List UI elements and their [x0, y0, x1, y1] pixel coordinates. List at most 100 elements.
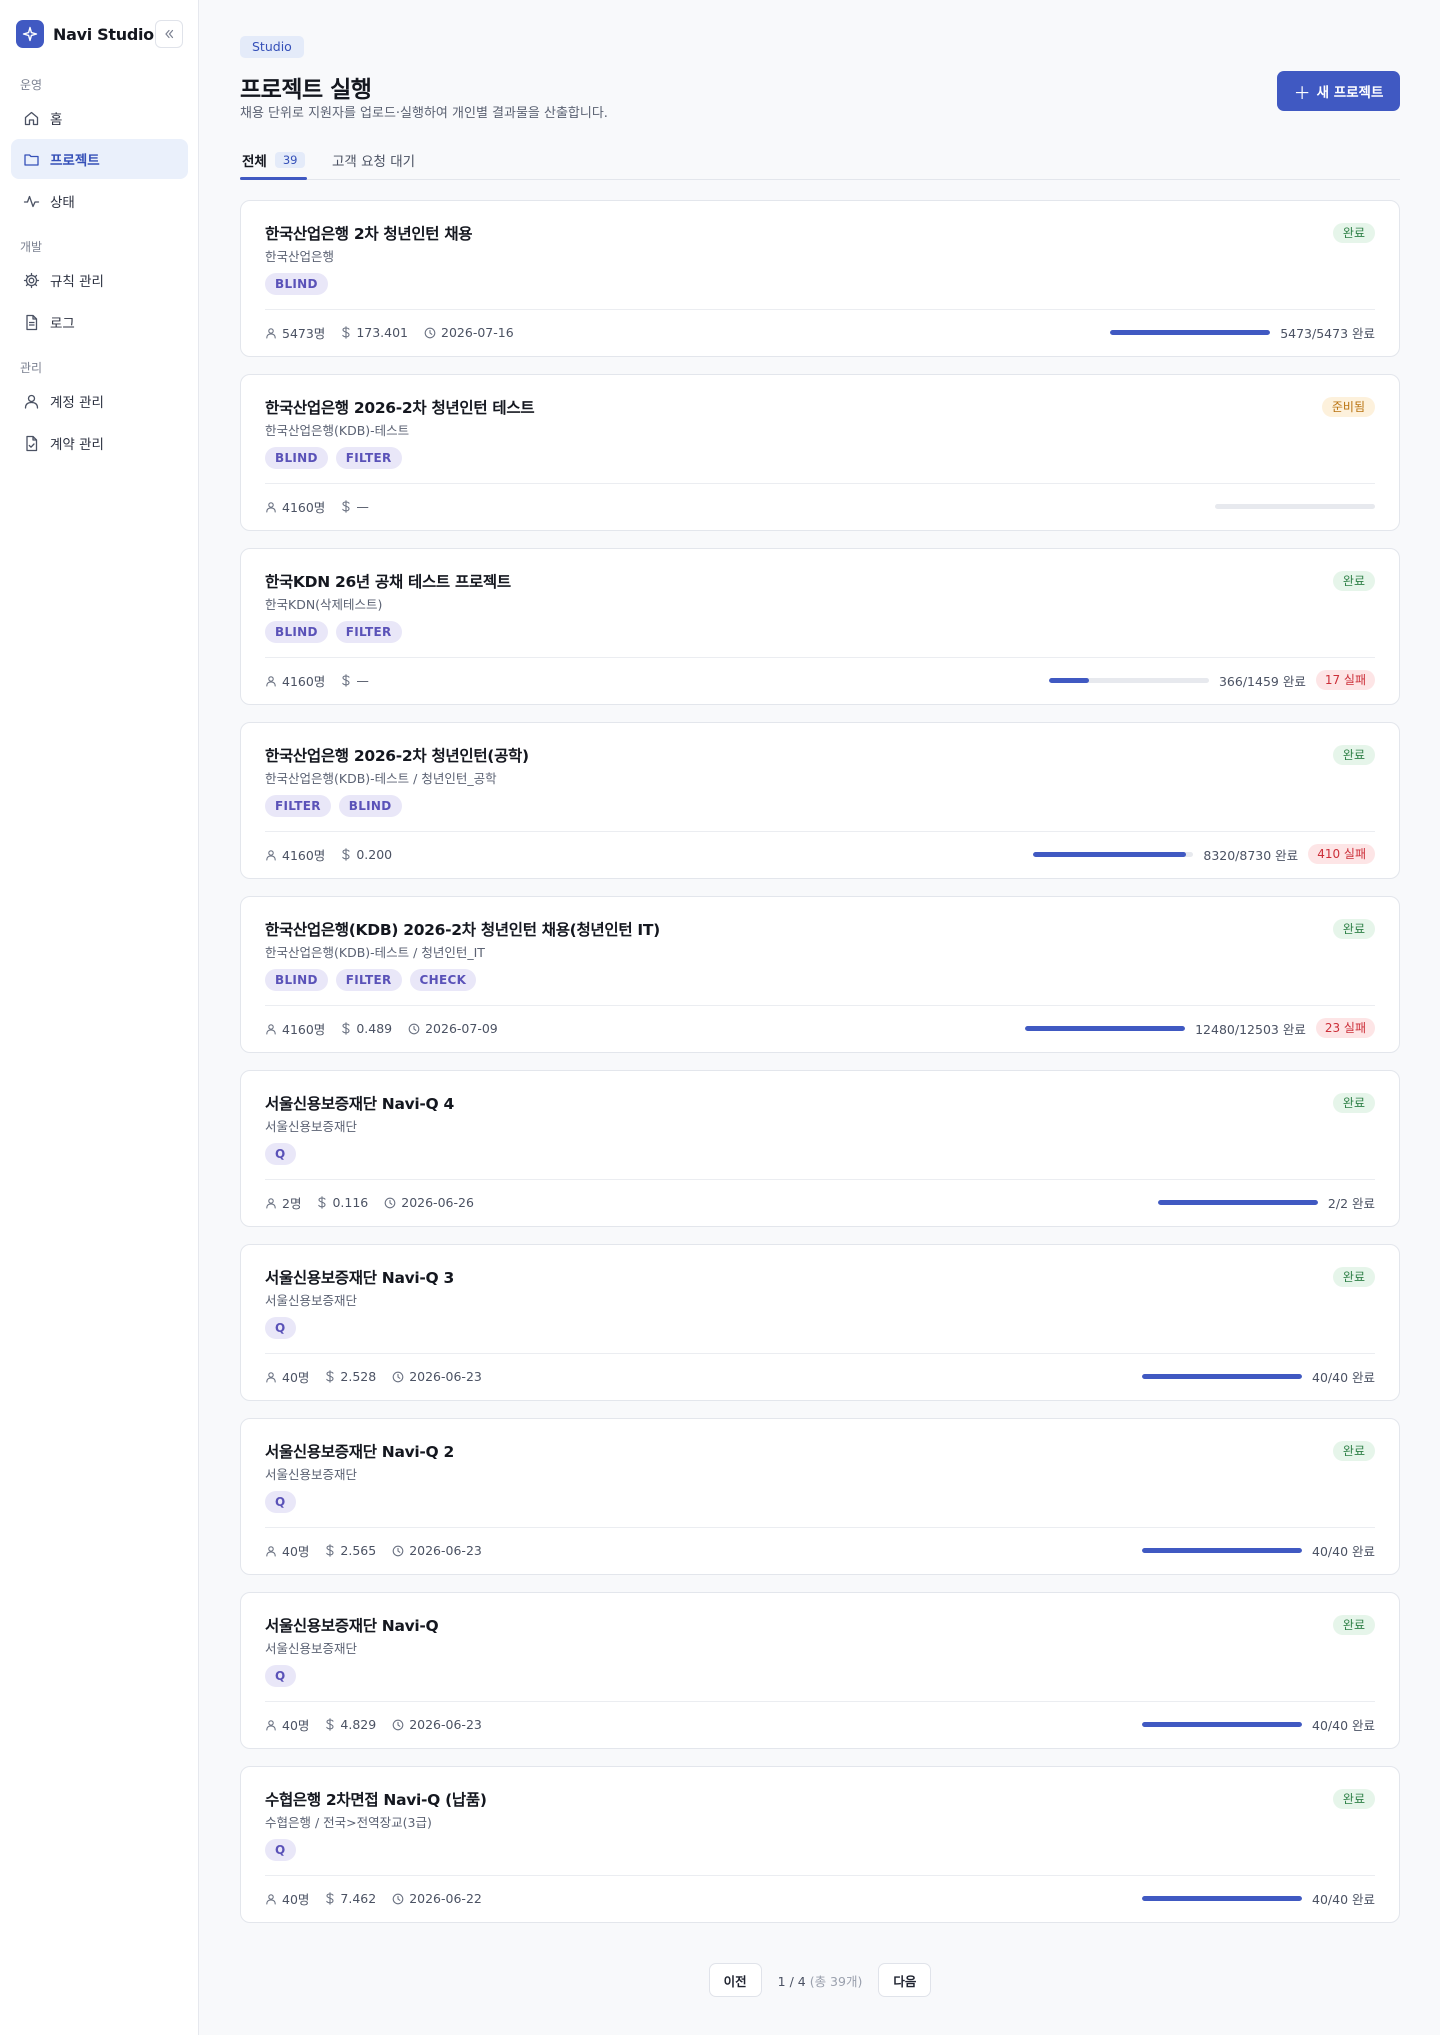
project-org: 서울신용보증재단 [265, 1467, 358, 1482]
meta-date: 2026-06-22 [392, 1891, 482, 1906]
card-divider [265, 1353, 1375, 1354]
clock-icon [392, 1719, 404, 1730]
sidebar-item-rules[interactable]: 규칙 관리 [11, 260, 188, 300]
page-subtitle: 채용 단위로 지원자를 업로드·실행하여 개인별 결과물을 산출합니다. [240, 106, 608, 121]
project-card[interactable]: 한국산업은행 2026-2차 청년인턴 테스트 한국산업은행(KDB)-테스트 … [240, 374, 1400, 531]
people-count: 5473명 [282, 326, 326, 341]
tab-awaiting-client[interactable]: 고객 요청 대기 [332, 150, 415, 170]
new-project-button[interactable]: ＋ 새 프로젝트 [1277, 71, 1400, 111]
tag-list: BLIND [265, 273, 328, 295]
date-value: 2026-06-23 [409, 1543, 482, 1558]
clock-icon [392, 1893, 404, 1904]
tag-badge: BLIND [265, 969, 328, 991]
collapse-sidebar-button[interactable] [155, 20, 183, 48]
project-title[interactable]: 수협은행 2차면접 Navi-Q (납품) [265, 1788, 487, 1810]
project-card[interactable]: 한국산업은행 2차 청년인턴 채용 한국산업은행 완료 BLIND 5473명 … [240, 200, 1400, 357]
people-count: 40명 [282, 1544, 310, 1559]
cost-value: 2.528 [340, 1369, 377, 1384]
user-icon [22, 392, 40, 410]
project-card[interactable]: 서울신용보증재단 Navi-Q 4 서울신용보증재단 완료 Q 2명 0.116… [240, 1070, 1400, 1227]
date-value: 2026-06-23 [409, 1369, 482, 1384]
nav-section-operations: 운영 [20, 78, 43, 92]
date-value: 2026-06-22 [409, 1891, 482, 1906]
dollar-icon [342, 326, 350, 339]
tag-list: FILTER BLIND [265, 795, 402, 817]
meta-date: 2026-06-26 [384, 1195, 474, 1210]
project-org: 한국KDN(삭제테스트) [265, 597, 383, 612]
project-meta: 40명 2.528 2026-06-23 [265, 1367, 498, 1386]
meta-people: 4160명 [265, 845, 325, 864]
meta-date: 2026-06-23 [392, 1543, 482, 1558]
project-card[interactable]: 한국산업은행(KDB) 2026-2차 청년인턴 채용(청년인턴 IT) 한국산… [240, 896, 1400, 1053]
tab-bar: 전체 39 고객 요청 대기 [240, 140, 1400, 180]
project-meta: 2명 0.116 2026-06-26 [265, 1193, 490, 1212]
project-card[interactable]: 서울신용보증재단 Navi-Q 서울신용보증재단 완료 Q 40명 4.829 2… [240, 1592, 1400, 1749]
progress-area: 2/2 완료 [1157, 1191, 1375, 1213]
brand[interactable]: Navi Studio [16, 20, 154, 48]
meta-cost: 0.489 [341, 1021, 392, 1036]
project-title[interactable]: 서울신용보증재단 Navi-Q 3 [265, 1266, 454, 1288]
plus-icon: ＋ [1293, 83, 1311, 104]
project-org: 한국산업은행(KDB)-테스트 [265, 423, 410, 438]
progress-fill [1142, 1373, 1302, 1379]
people-count: 4160명 [282, 500, 326, 515]
tag-list: Q [265, 1317, 296, 1339]
project-meta: 4160명 — [265, 671, 385, 690]
project-title[interactable]: 한국산업은행 2차 청년인턴 채용 [265, 222, 473, 244]
status-badge: 완료 [1332, 1441, 1375, 1461]
active-tab-indicator [240, 177, 307, 180]
project-title[interactable]: 서울신용보증재단 Navi-Q 2 [265, 1440, 454, 1462]
sidebar-item-status[interactable]: 상태 [11, 181, 188, 221]
progress-text: 40/40 완료 [1312, 1369, 1375, 1385]
clock-icon [408, 1023, 420, 1034]
cost-value: 7.462 [340, 1891, 377, 1906]
project-card[interactable]: 한국KDN 26년 공채 테스트 프로젝트 한국KDN(삭제테스트) 완료 BL… [240, 548, 1400, 705]
project-card[interactable]: 서울신용보증재단 Navi-Q 3 서울신용보증재단 완료 Q 40명 2.52… [240, 1244, 1400, 1401]
user-icon [266, 1023, 276, 1035]
project-title[interactable]: 한국산업은행 2026-2차 청년인턴 테스트 [265, 396, 535, 418]
sidebar-item-contracts[interactable]: 계약 관리 [11, 423, 188, 463]
sidebar-item-home[interactable]: 홈 [11, 98, 188, 138]
sidebar-item-accounts[interactable]: 계정 관리 [11, 381, 188, 421]
progress-text: 40/40 완료 [1312, 1891, 1375, 1907]
project-title[interactable]: 서울신용보증재단 Navi-Q [265, 1614, 439, 1636]
sidebar-item-projects[interactable]: 프로젝트 [11, 139, 188, 179]
sidebar-item-logs[interactable]: 로그 [11, 302, 188, 342]
progress-fill [1142, 1547, 1302, 1553]
app-name: Navi Studio [53, 24, 154, 44]
nav-section-admin: 관리 [20, 361, 43, 375]
meta-people: 40명 [265, 1367, 309, 1386]
project-title[interactable]: 한국산업은행 2026-2차 청년인턴(공학) [265, 744, 529, 766]
sidebar-item-label: 로그 [50, 316, 75, 332]
tag-badge: CHECK [409, 969, 477, 991]
meta-cost: 0.200 [341, 847, 392, 862]
meta-people: 2명 [265, 1193, 301, 1212]
dollar-icon [318, 1196, 327, 1209]
cost-value: — [356, 499, 369, 514]
sidebar-item-label: 계정 관리 [50, 395, 104, 411]
project-title[interactable]: 한국산업은행(KDB) 2026-2차 청년인턴 채용(청년인턴 IT) [265, 918, 660, 940]
cost-value: 0.489 [356, 1021, 393, 1036]
fail-badge: 410 실패 [1308, 844, 1375, 864]
progress-text: 2/2 완료 [1327, 1195, 1375, 1211]
next-page-button[interactable]: 다음 [878, 1963, 932, 1997]
meta-cost: 2.528 [325, 1369, 376, 1384]
meta-cost: — [341, 499, 369, 514]
progress-fill [1157, 1199, 1318, 1205]
meta-people: 5473명 [265, 323, 325, 342]
progress-text: 40/40 완료 [1312, 1717, 1375, 1733]
project-card[interactable]: 서울신용보증재단 Navi-Q 2 서울신용보증재단 완료 Q 40명 2.56… [240, 1418, 1400, 1575]
project-title[interactable]: 한국KDN 26년 공채 테스트 프로젝트 [265, 570, 511, 592]
tab-all[interactable]: 전체 39 [242, 150, 306, 170]
user-icon [266, 1371, 276, 1383]
project-title[interactable]: 서울신용보증재단 Navi-Q 4 [265, 1092, 454, 1114]
cost-value: 4.829 [340, 1717, 377, 1732]
tag-badge: FILTER [335, 969, 402, 991]
project-card[interactable]: 수협은행 2차면접 Navi-Q (납품) 수협은행 / 전국>전역장교(3급)… [240, 1766, 1400, 1923]
prev-page-button[interactable]: 이전 [708, 1963, 762, 1997]
sidebar: Navi Studio 운영 홈 프로젝트 상태 개발 규칙 관리 로그 관리 … [0, 0, 199, 2035]
tag-badge: Q [265, 1143, 296, 1165]
people-count: 2명 [282, 1196, 302, 1211]
progress-bar [1157, 1199, 1318, 1205]
project-card[interactable]: 한국산업은행 2026-2차 청년인턴(공학) 한국산업은행(KDB)-테스트 … [240, 722, 1400, 879]
